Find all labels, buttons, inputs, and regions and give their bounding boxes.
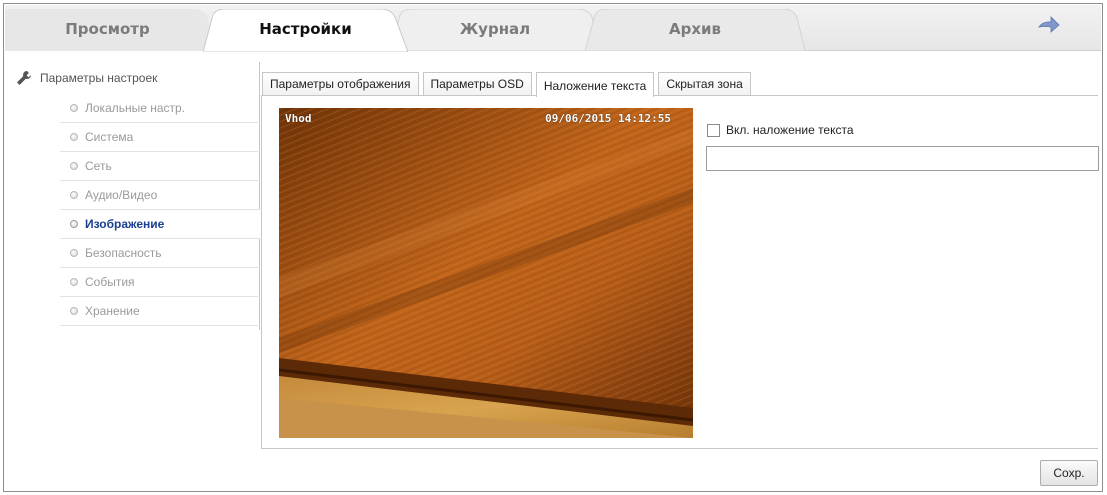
- video-frame-image: [279, 108, 693, 438]
- sidebar-item-label: Изображение: [85, 216, 165, 231]
- bullet-icon: [70, 220, 78, 228]
- video-timestamp: 09/06/2015 14:12:55: [545, 112, 671, 125]
- sidebar-item-image[interactable]: Изображение: [60, 210, 260, 239]
- sidebar-item-storage[interactable]: Хранение: [60, 297, 260, 326]
- sidebar-header: Параметры настроек: [16, 68, 157, 88]
- settings-sidebar: Параметры настроек Локальные настр. Сист…: [12, 62, 260, 330]
- save-button[interactable]: Сохр.: [1040, 460, 1098, 486]
- sidebar-item-network[interactable]: Сеть: [60, 152, 260, 181]
- sidebar-item-label: Безопасность: [85, 245, 162, 260]
- tab-view-label: Просмотр: [65, 20, 150, 38]
- bullet-icon: [70, 278, 78, 286]
- sidebar-item-label: Локальные настр.: [85, 100, 186, 115]
- bullet-icon: [70, 249, 78, 257]
- video-preview: Vhod 09/06/2015 14:12:55: [279, 108, 693, 438]
- bullet-icon: [70, 191, 78, 199]
- tab-settings-label: Настройки: [259, 20, 352, 38]
- tab-archive[interactable]: Архив: [585, 9, 805, 51]
- tab-text-overlay[interactable]: Наложение текста: [535, 72, 655, 97]
- sidebar-item-label: Сеть: [85, 158, 112, 173]
- tab-journal[interactable]: Журнал: [390, 9, 600, 51]
- sidebar-item-system[interactable]: Система: [60, 123, 260, 152]
- sidebar-item-security[interactable]: Безопасность: [60, 239, 260, 268]
- tab-journal-label: Журнал: [459, 20, 531, 38]
- sidebar-item-local[interactable]: Локальные настр.: [60, 94, 260, 123]
- sidebar-item-label: Хранение: [85, 303, 140, 318]
- bullet-icon: [70, 307, 78, 315]
- bullet-icon: [70, 104, 78, 112]
- bullet-icon: [70, 162, 78, 170]
- sidebar-header-label: Параметры настроек: [40, 71, 158, 85]
- sub-tab-bar: Параметры отображения Параметры OSD Нало…: [262, 72, 755, 97]
- overlay-text-input[interactable]: [706, 146, 1099, 171]
- sidebar-list: Локальные настр. Система Сеть Аудио/Виде…: [60, 94, 260, 326]
- overlay-enable-label: Вкл. наложение текста: [726, 123, 854, 137]
- video-channel-name: Vhod: [285, 112, 312, 125]
- sidebar-item-label: Система: [85, 129, 134, 144]
- tab-privacy-mask[interactable]: Скрытая зона: [658, 72, 751, 96]
- tab-view[interactable]: Просмотр: [5, 9, 210, 51]
- tab-settings[interactable]: Настройки: [203, 9, 408, 52]
- overlay-enable-row: Вкл. наложение текста: [707, 122, 854, 138]
- tab-display-params[interactable]: Параметры отображения: [262, 72, 419, 96]
- sidebar-item-label: События: [85, 274, 135, 289]
- overlay-enable-checkbox[interactable]: [707, 123, 720, 137]
- sidebar-item-label: Аудио/Видео: [85, 187, 158, 202]
- logout-arrow-icon[interactable]: [1037, 15, 1061, 35]
- bullet-icon: [70, 133, 78, 141]
- tab-archive-label: Архив: [668, 20, 722, 38]
- sidebar-item-audio-video[interactable]: Аудио/Видео: [60, 181, 260, 210]
- top-tab-bar: Просмотр Журнал Архив Настройки: [5, 5, 1101, 52]
- tab-osd-params[interactable]: Параметры OSD: [422, 72, 532, 96]
- wrench-icon: [17, 71, 31, 85]
- sidebar-item-events[interactable]: События: [60, 268, 260, 297]
